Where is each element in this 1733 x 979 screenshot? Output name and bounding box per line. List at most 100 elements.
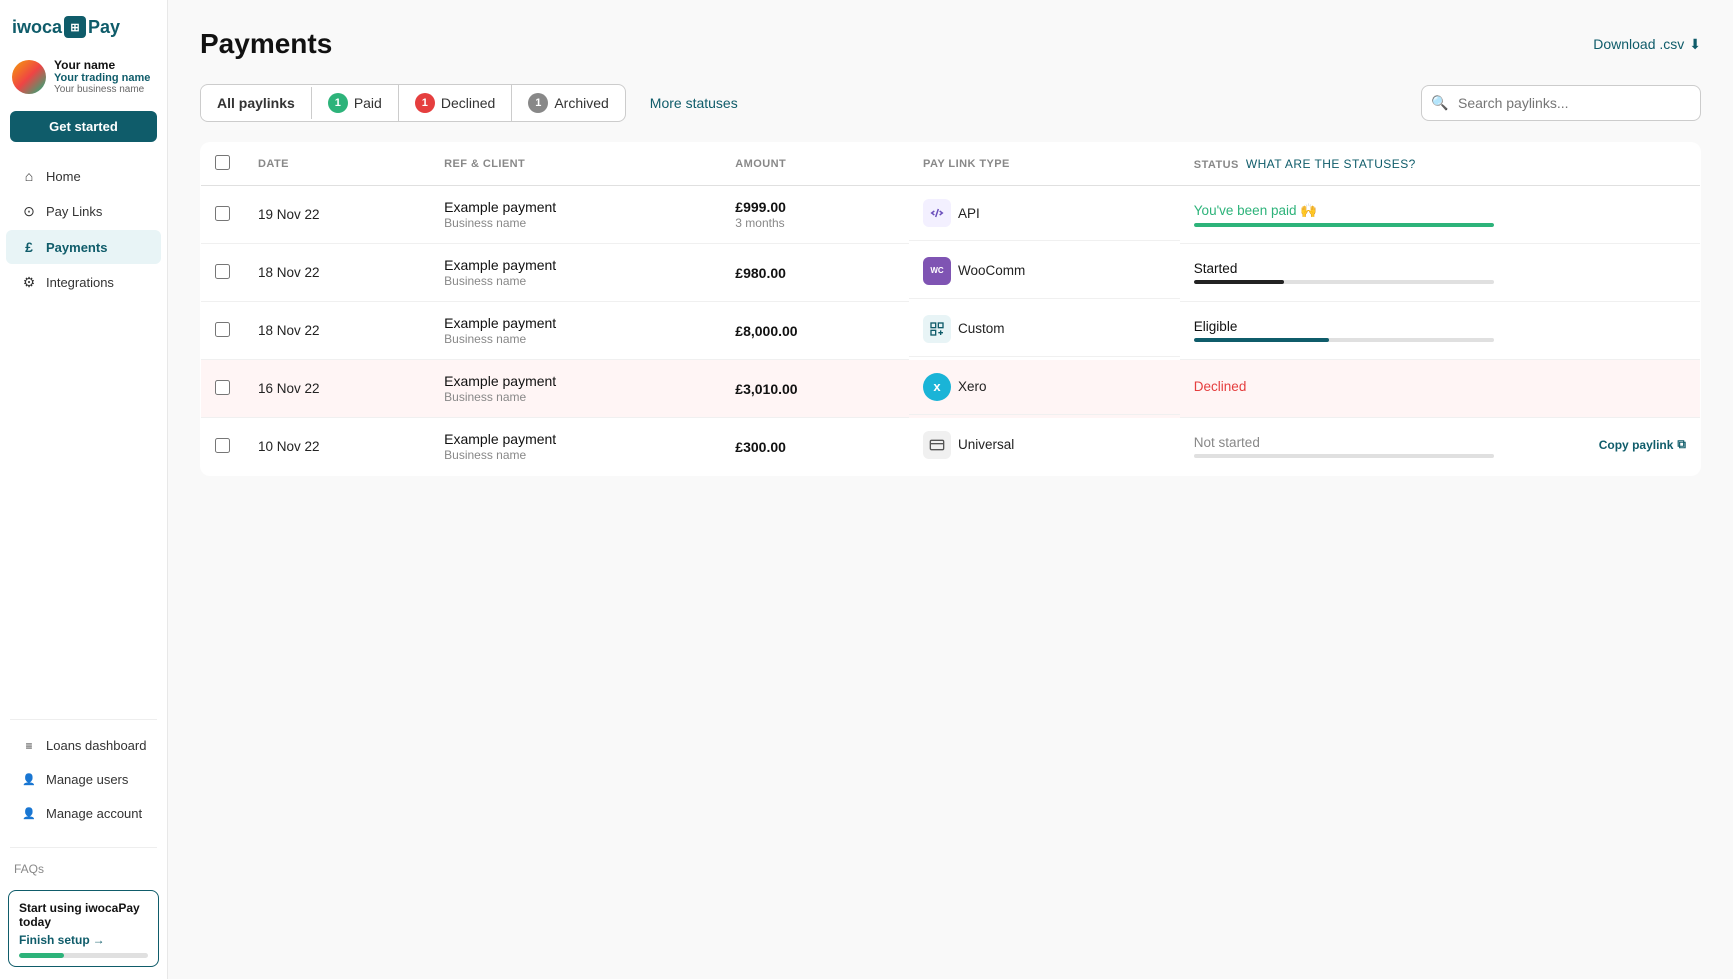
row-checkbox-cell: [201, 360, 245, 418]
row-checkbox-cell: [201, 186, 245, 244]
universal-icon: [923, 431, 951, 459]
api-icon: [923, 199, 951, 227]
row-checkbox-1[interactable]: [215, 264, 230, 279]
status-row: Eligible: [1194, 319, 1686, 338]
date-cell: 16 Nov 22: [244, 360, 430, 418]
paylink-type-cell: Universal: [909, 418, 1180, 472]
finish-setup-link[interactable]: Finish setup →: [19, 933, 148, 947]
status-cell: You've been paid 🙌: [1180, 186, 1701, 244]
date-column-header: DATE: [244, 143, 430, 186]
sidebar-item-label: Loans dashboard: [46, 738, 146, 753]
status-column-header: STATUS What are the statuses?: [1180, 143, 1701, 186]
filter-tab-label: All paylinks: [217, 95, 295, 111]
row-checkbox-cell: [201, 418, 245, 476]
sidebar-item-home[interactable]: ⌂ Home: [6, 159, 161, 193]
progress-fill: [1194, 280, 1284, 284]
ref-cell: Example payment Business name: [430, 418, 721, 476]
select-all-checkbox[interactable]: [215, 155, 230, 170]
custom-icon: [923, 315, 951, 343]
ref-client: Business name: [444, 390, 707, 404]
status-label: Declined: [1194, 379, 1247, 394]
status-label: You've been paid 🙌: [1194, 203, 1317, 219]
ref-name: Example payment: [444, 257, 707, 273]
search-wrapper: 🔍: [1421, 85, 1701, 121]
ref-cell: Example payment Business name: [430, 244, 721, 302]
amount-value: £3,010.00: [735, 381, 895, 397]
row-checkbox-cell: [201, 302, 245, 360]
paylink-type-column-header: PAY LINK TYPE: [909, 143, 1180, 186]
copy-paylink-button[interactable]: Copy paylink ⧉: [1599, 437, 1686, 452]
logo: iwoca ⊞ Pay: [0, 0, 167, 50]
paylinks-icon: ⊙: [20, 203, 38, 220]
table-row: 18 Nov 22 Example payment Business name …: [201, 244, 1701, 302]
sidebar-item-manage-users[interactable]: 👤 Manage users: [6, 763, 161, 796]
avatar: [12, 60, 46, 94]
progress-fill: [1194, 338, 1329, 342]
sidebar-item-integrations[interactable]: ⚙ Integrations: [6, 265, 161, 300]
row-checkbox-cell: [201, 244, 245, 302]
date-cell: 18 Nov 22: [244, 302, 430, 360]
amount-column-header: AMOUNT: [721, 143, 909, 186]
main-nav: ⌂ Home ⊙ Pay Links £ Payments ⚙ Integrat…: [0, 154, 167, 437]
faqs-label[interactable]: FAQs: [0, 856, 167, 882]
woocomm-icon: WC: [923, 257, 951, 285]
filter-tab-declined[interactable]: 1 Declined: [399, 85, 512, 121]
status-cell: Not started Copy paylink ⧉: [1180, 418, 1701, 476]
filter-tab-archived[interactable]: 1 Archived: [512, 85, 624, 121]
ref-client: Business name: [444, 332, 707, 346]
ref-cell: Example payment Business name: [430, 360, 721, 418]
get-started-button[interactable]: Get started: [10, 111, 157, 142]
paylink-type-label: Universal: [958, 437, 1014, 452]
ref-name: Example payment: [444, 373, 707, 389]
paylink-type-label: WooComm: [958, 263, 1025, 278]
main-content: Payments Download .csv ⬇ All paylinks 1 …: [168, 0, 1733, 979]
row-checkbox-2[interactable]: [215, 322, 230, 337]
sidebar-bottom-nav: ≡ Loans dashboard 👤 Manage users 👤 Manag…: [0, 728, 167, 839]
ref-client: Business name: [444, 216, 707, 230]
table-row: 18 Nov 22 Example payment Business name …: [201, 302, 1701, 360]
paylink-type-cell: WC WooComm: [909, 244, 1180, 299]
sidebar-item-label: Integrations: [46, 275, 114, 290]
logo-icon: ⊞: [64, 16, 86, 38]
progress-bar: [1194, 223, 1494, 227]
sidebar-item-label: Manage account: [46, 806, 142, 821]
status-label: Not started: [1194, 435, 1260, 450]
paylink-type-cell: API: [909, 186, 1180, 241]
row-checkbox-3[interactable]: [215, 380, 230, 395]
manage-account-icon: 👤: [20, 807, 38, 820]
ref-name: Example payment: [444, 199, 707, 215]
what-are-statuses-link[interactable]: What are the statuses?: [1246, 157, 1416, 171]
search-input[interactable]: [1421, 85, 1701, 121]
status-row: You've been paid 🙌: [1194, 203, 1686, 223]
declined-badge: 1: [415, 93, 435, 113]
sidebar-item-paylinks[interactable]: ⊙ Pay Links: [6, 194, 161, 229]
row-checkbox-4[interactable]: [215, 438, 230, 453]
paylink-type-label: API: [958, 206, 980, 221]
paylink-type-label: Custom: [958, 321, 1005, 336]
business-name: Your business name: [54, 84, 150, 95]
ref-column-header: REF & CLIENT: [430, 143, 721, 186]
user-info-section: Your name Your trading name Your busines…: [0, 50, 167, 107]
loans-icon: ≡: [20, 739, 38, 753]
filter-tab-paid[interactable]: 1 Paid: [312, 85, 399, 121]
paylink-type-cell: Custom: [909, 302, 1180, 357]
ref-client: Business name: [444, 448, 707, 462]
more-statuses-button[interactable]: More statuses: [634, 87, 754, 119]
amount-value: £999.00: [735, 199, 895, 215]
status-cell: Started: [1180, 244, 1701, 302]
status-cell: Declined: [1180, 360, 1701, 418]
download-csv-link[interactable]: Download .csv ⬇: [1593, 36, 1701, 53]
sidebar-item-label: Payments: [46, 240, 107, 255]
sidebar-item-payments[interactable]: £ Payments: [6, 230, 161, 264]
ref-cell: Example payment Business name: [430, 302, 721, 360]
filter-tab-label: Declined: [441, 95, 495, 111]
filter-tab-label: Archived: [554, 95, 608, 111]
sidebar-item-loans[interactable]: ≡ Loans dashboard: [6, 729, 161, 762]
row-checkbox-0[interactable]: [215, 206, 230, 221]
sidebar-item-manage-account[interactable]: 👤 Manage account: [6, 797, 161, 830]
progress-bar: [1194, 280, 1494, 284]
home-icon: ⌂: [20, 168, 38, 184]
trading-name: Your trading name: [54, 72, 150, 84]
filter-tab-all[interactable]: All paylinks: [201, 87, 312, 119]
paylink-type-cell: x Xero: [909, 360, 1180, 415]
